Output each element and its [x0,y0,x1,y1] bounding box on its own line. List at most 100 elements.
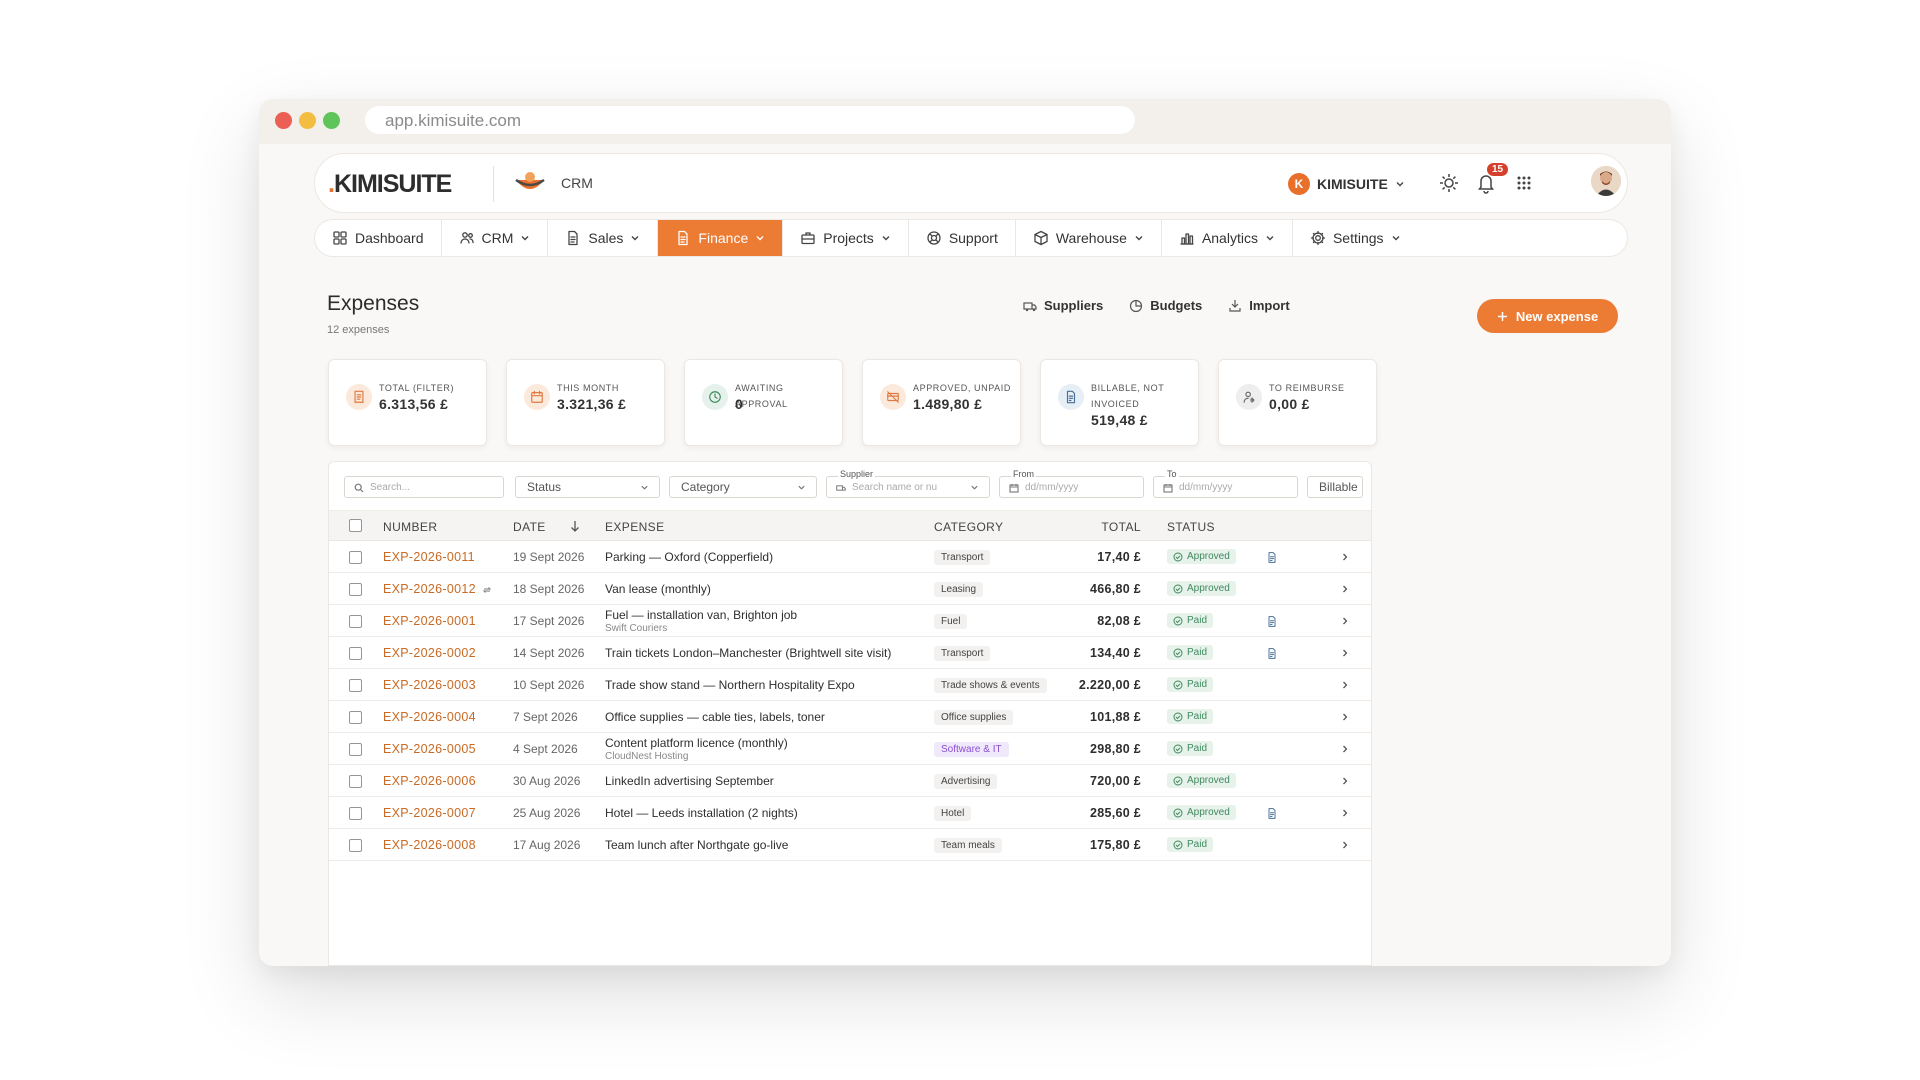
chevron-right-icon[interactable] [1340,552,1350,562]
chevron-right-icon[interactable] [1340,776,1350,786]
row-checkbox[interactable] [349,775,362,788]
expense-number-link[interactable]: EXP-2026-0004 [383,710,476,724]
select-all-checkbox[interactable] [349,519,362,532]
billable-filter[interactable]: Billable [1307,476,1363,498]
crm-module-icon[interactable] [513,168,547,198]
close-window-button[interactable] [275,112,292,129]
column-status[interactable]: STATUS [1167,520,1215,534]
column-expense[interactable]: EXPENSE [605,520,665,534]
table-row[interactable]: EXP-2026-0005 4 Sept 2026 Content platform… [329,734,1371,765]
kpi-card[interactable]: TOTAL (FILTER) 6.313,56 £ [328,359,487,446]
apps-grid-icon[interactable] [1511,170,1537,196]
nav-item-settings[interactable]: Settings [1293,220,1418,256]
tenant-switcher[interactable]: K KIMISUITE [1288,173,1405,195]
attachment-icon[interactable] [1266,807,1278,820]
nav-item-warehouse[interactable]: Warehouse [1016,220,1162,256]
calendar-icon [531,390,543,403]
kpi-card[interactable]: APPROVED, UNPAID 1.489,80 £ [862,359,1021,446]
row-checkbox[interactable] [349,615,362,628]
chevron-right-icon[interactable] [1340,840,1350,850]
row-checkbox[interactable] [349,551,362,564]
user-avatar[interactable] [1591,166,1621,196]
nav-item-dashboard[interactable]: Dashboard [315,220,442,256]
attachment-icon[interactable] [1266,615,1278,628]
new-expense-label: New expense [1515,308,1599,324]
row-checkbox[interactable] [349,679,362,692]
chevron-down-icon [1135,236,1143,241]
expense-number-link[interactable]: EXP-2026-0005 [383,742,476,756]
to-date-input[interactable]: To dd/mm/yyyy [1153,469,1298,498]
maximize-window-button[interactable] [323,112,340,129]
address-bar[interactable]: app.kimisuite.com [365,106,1135,134]
row-checkbox[interactable] [349,583,362,596]
table-row[interactable]: EXP-2026-0003 10 Sept 2026 Trade show stan… [329,670,1371,701]
table-row[interactable]: EXP-2026-0012 18 Sept 2026 Van lease (mont… [329,574,1371,605]
row-checkbox[interactable] [349,647,362,660]
search-input[interactable]: Search... [344,476,504,498]
table-row[interactable]: EXP-2026-0004 7 Sept 2026 Office supplies … [329,702,1371,733]
sun-icon[interactable] [1436,170,1462,196]
category-badge: Leasing [934,582,984,597]
expense-number-link[interactable]: EXP-2026-0012 [383,582,476,596]
expense-number-link[interactable]: EXP-2026-0003 [383,678,476,692]
row-checkbox[interactable] [349,807,362,820]
kpi-card[interactable]: BILLABLE, NOT INVOICED 519,48 £ [1040,359,1199,446]
chevron-right-icon[interactable] [1340,808,1350,818]
table-row[interactable]: EXP-2026-0001 17 Sept 2026 Fuel — installa… [329,606,1371,637]
budgets-button[interactable]: Budgets [1129,298,1202,313]
table-row[interactable]: EXP-2026-0006 30 Aug 2026 LinkedIn adverti… [329,766,1371,797]
expense-number-link[interactable]: EXP-2026-0001 [383,614,476,628]
expense-number-link[interactable]: EXP-2026-0011 [383,550,475,564]
expense-number-link[interactable]: EXP-2026-0008 [383,838,476,852]
expense-number-link[interactable]: EXP-2026-0002 [383,646,476,660]
column-date[interactable]: DATE [513,520,546,534]
kpi-card[interactable]: AWAITING APPROVAL 0 [684,359,843,446]
nav-item-analytics[interactable]: Analytics [1162,220,1293,256]
status-filter-value: Status [527,480,562,494]
nav-item-crm[interactable]: CRM [442,220,549,256]
new-expense-button[interactable]: New expense [1477,299,1618,333]
row-checkbox[interactable] [349,743,362,756]
category-filter[interactable]: Category [669,476,817,498]
chevron-right-icon[interactable] [1340,744,1350,754]
import-button[interactable]: Import [1228,298,1290,313]
chevron-right-icon[interactable] [1340,648,1350,658]
chevron-right-icon[interactable] [1340,584,1350,594]
table-row[interactable]: EXP-2026-0008 17 Aug 2026 Team lunch after… [329,830,1371,861]
minimize-window-button[interactable] [299,112,316,129]
app-logo[interactable]: .KIMISUITE [328,170,452,199]
category-badge: Office supplies [934,710,1014,725]
chevron-down-icon [641,485,648,490]
supplier-filter[interactable]: Supplier Search name or nu [826,469,990,498]
expense-date: 7 Sept 2026 [513,710,578,724]
check-circle-icon [1173,744,1183,753]
status-filter[interactable]: Status [515,476,660,498]
kpi-card[interactable]: TO REIMBURSE 0,00 £ [1218,359,1377,446]
sort-descending-icon[interactable] [569,520,581,532]
chevron-right-icon[interactable] [1340,616,1350,626]
chevron-right-icon[interactable] [1340,712,1350,722]
row-checkbox[interactable] [349,839,362,852]
table-row[interactable]: EXP-2026-0007 25 Aug 2026 Hotel — Leeds in… [329,798,1371,829]
nav-item-sales[interactable]: Sales [548,220,659,256]
nav-item-support[interactable]: Support [909,220,1016,256]
kpi-card[interactable]: THIS MONTH 3.321,36 £ [506,359,665,446]
expenses-table: Search... Status Category Supplier Searc… [328,461,1372,966]
row-checkbox[interactable] [349,711,362,724]
expense-number-link[interactable]: EXP-2026-0007 [383,806,476,820]
chevron-down-icon [798,485,805,490]
suppliers-button[interactable]: Suppliers [1023,298,1103,313]
table-row[interactable]: EXP-2026-0002 14 Sept 2026 Train tickets L… [329,638,1371,669]
expense-number-link[interactable]: EXP-2026-0006 [383,774,476,788]
attachment-icon[interactable] [1266,647,1278,660]
nav-item-projects[interactable]: Projects [783,220,909,256]
column-total[interactable]: TOTAL [1101,520,1141,534]
column-number[interactable]: NUMBER [383,520,437,534]
from-date-input[interactable]: From dd/mm/yyyy [999,469,1144,498]
nav-item-finance[interactable]: Finance [658,220,784,256]
chevron-down-icon [756,236,764,241]
table-row[interactable]: EXP-2026-0011 19 Sept 2026 Parking — Oxfor… [329,542,1371,573]
column-category[interactable]: CATEGORY [934,520,1003,534]
chevron-right-icon[interactable] [1340,680,1350,690]
attachment-icon[interactable] [1266,551,1278,564]
